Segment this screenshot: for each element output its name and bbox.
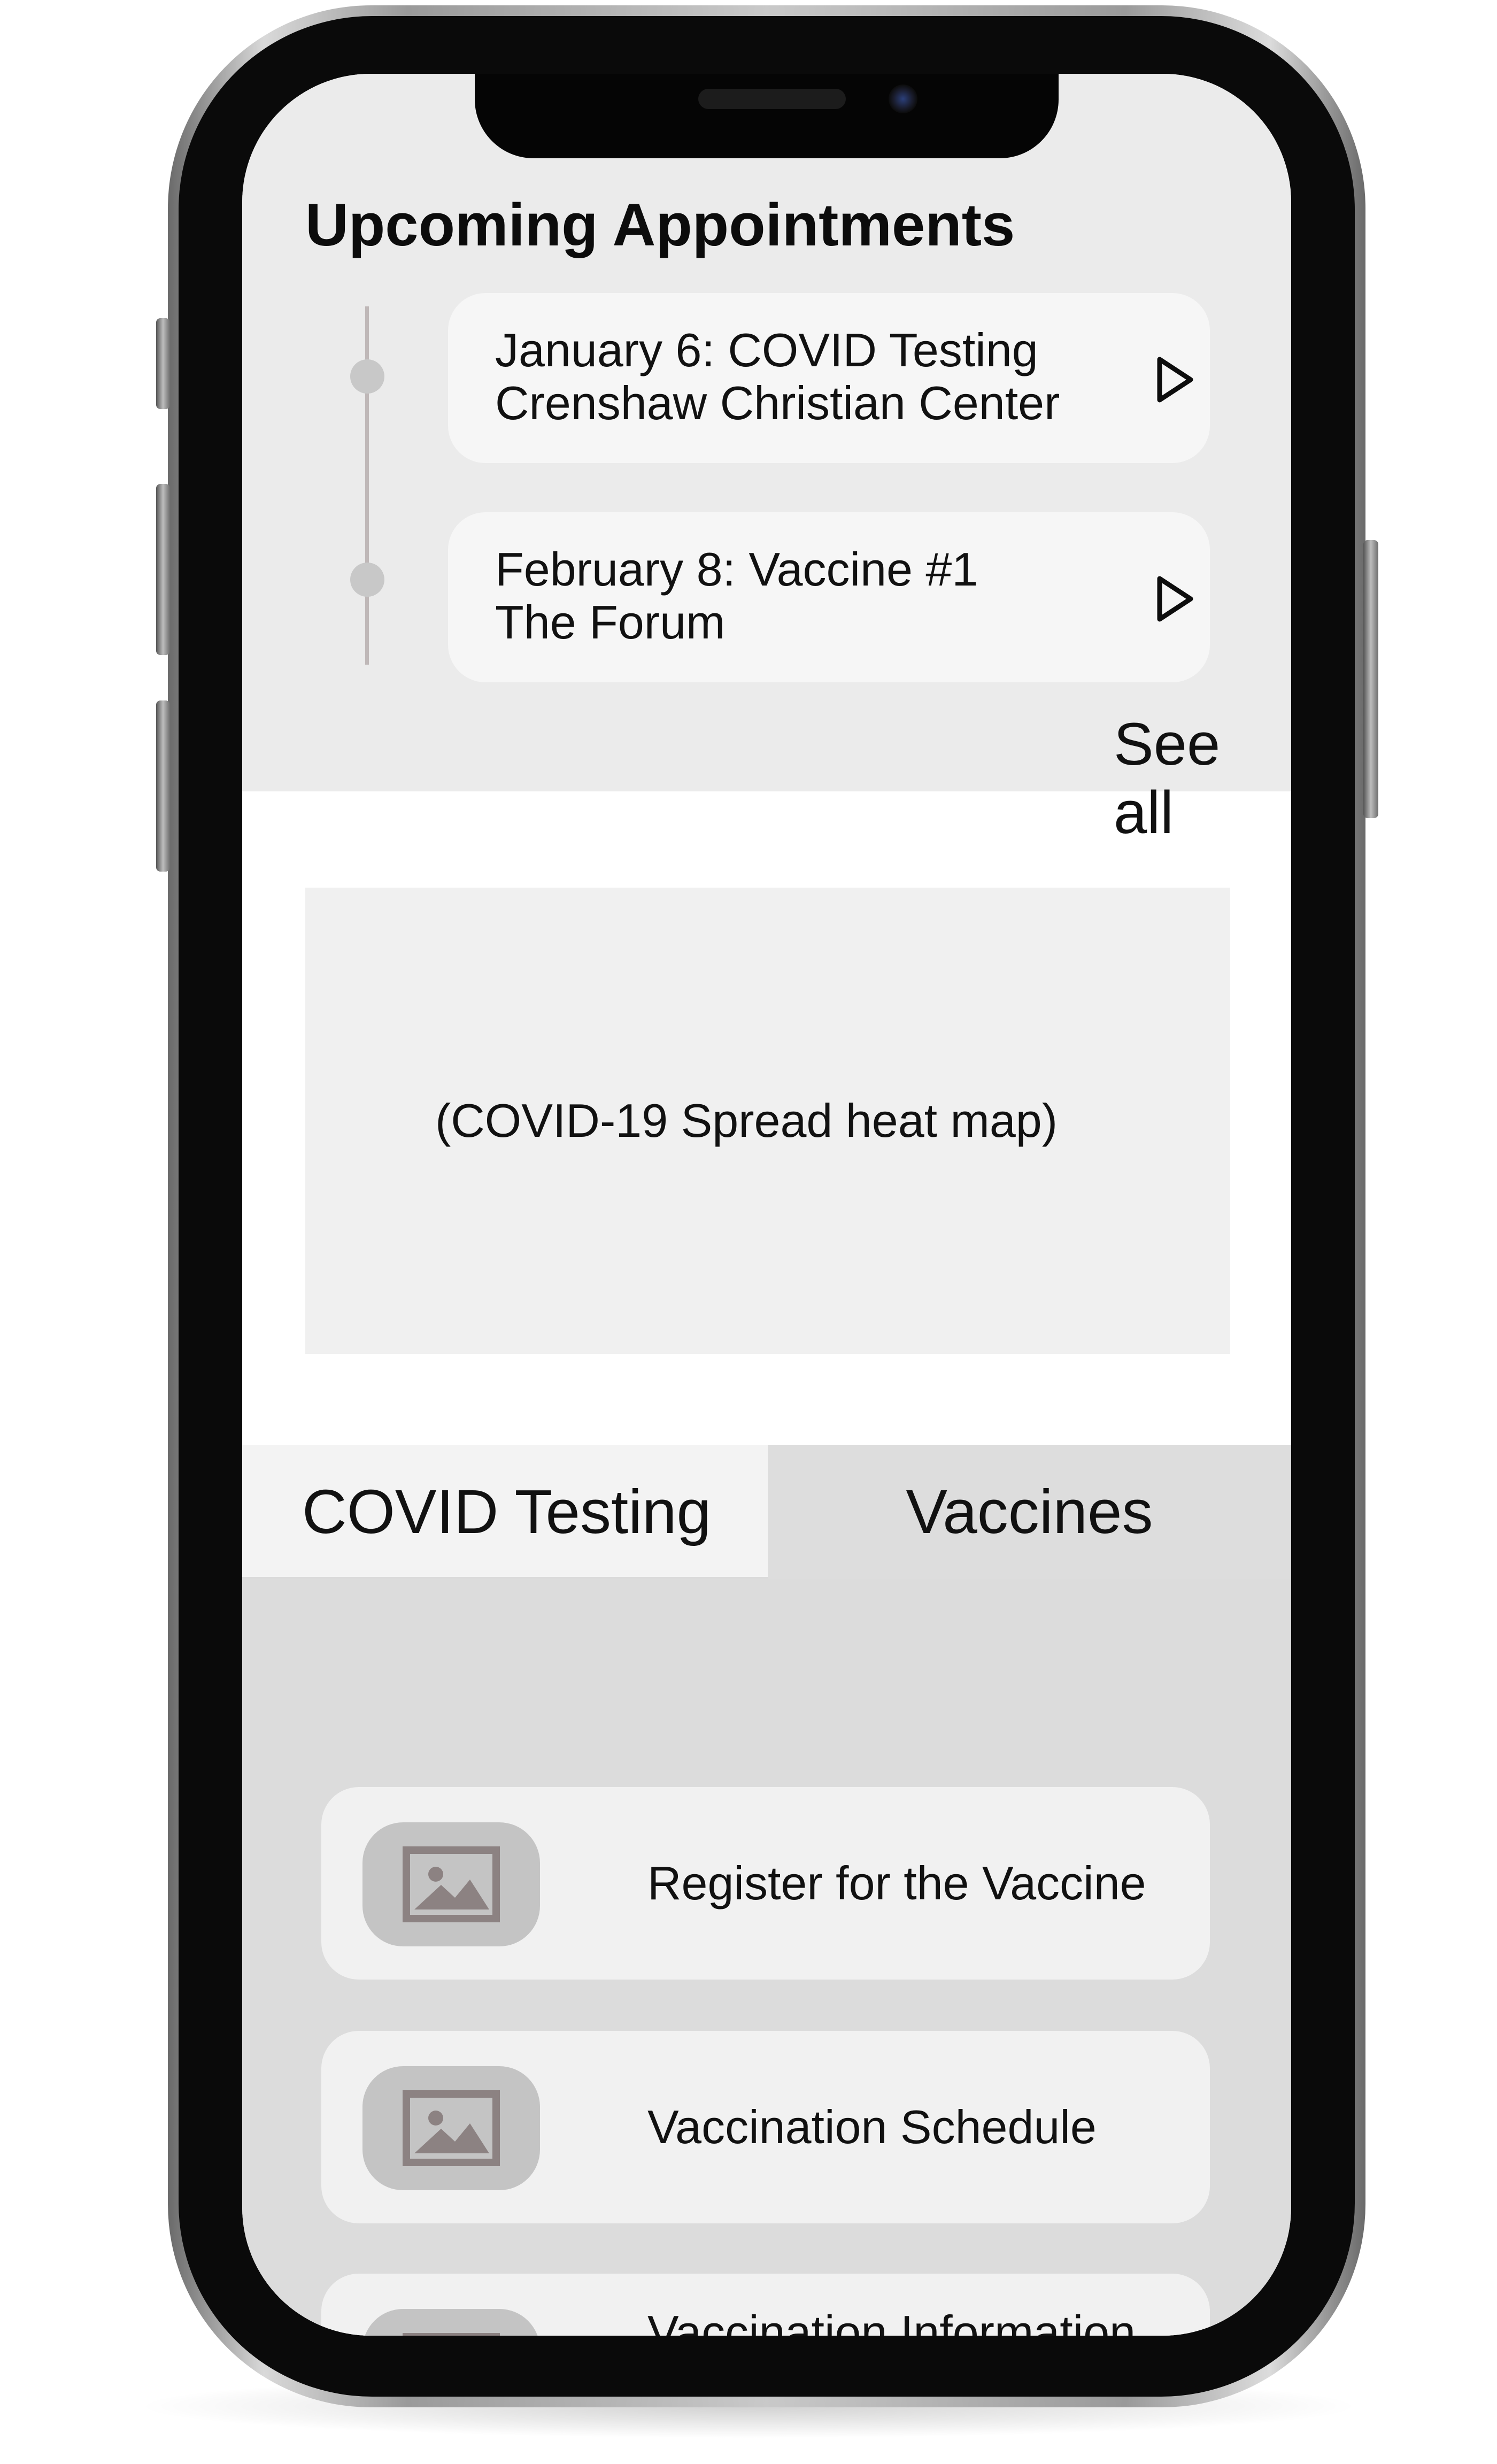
appointment-location: The Forum	[495, 596, 726, 649]
list-item-register-vaccine[interactable]: Register for the Vaccine	[321, 1787, 1210, 1980]
appointment-location: Crenshaw Christian Center	[495, 376, 1060, 429]
heat-map-label: (COVID-19 Spread heat map)	[435, 1094, 1058, 1147]
list-item-label: Vaccination Information	[647, 2306, 1136, 2336]
silent-switch	[156, 318, 170, 409]
volume-up-button	[156, 484, 170, 655]
timeline-dot	[350, 563, 384, 597]
thumbnail	[362, 2066, 540, 2190]
front-camera	[889, 84, 917, 113]
appointment-card[interactable]: January 6: COVID Testing Crenshaw Christ…	[448, 293, 1210, 463]
volume-down-button	[156, 700, 170, 872]
see-all-text: all	[1114, 779, 1174, 846]
image-placeholder-icon	[403, 1846, 500, 1922]
vaccine-options-list: Register for the Vaccine Vaccination Sch…	[242, 1578, 1291, 2336]
device-mockup: Upcoming Appointments January 6: COVID T…	[0, 0, 1497, 2464]
play-icon[interactable]	[1156, 356, 1194, 403]
tab-vaccines[interactable]: Vaccines	[768, 1445, 1291, 1578]
appointment-date-type: February 8: Vaccine #1	[495, 543, 978, 596]
phone-screen: Upcoming Appointments January 6: COVID T…	[242, 74, 1291, 2336]
power-button	[1363, 540, 1378, 818]
page-title: Upcoming Appointments	[305, 191, 1015, 258]
appointment-date-type: January 6: COVID Testing	[495, 324, 1038, 376]
see-all-link[interactable]: See all	[1114, 710, 1231, 847]
list-item-vaccination-information[interactable]: Vaccination Information	[321, 2274, 1210, 2336]
image-placeholder-icon	[403, 2090, 500, 2166]
speaker-grille	[698, 89, 846, 109]
heat-map-placeholder[interactable]: (COVID-19 Spread heat map)	[305, 888, 1230, 1354]
list-item-label: Register for the Vaccine	[647, 1857, 1146, 1909]
notch	[475, 74, 1059, 158]
timeline-dot	[350, 359, 384, 394]
play-icon[interactable]	[1156, 575, 1194, 622]
image-placeholder-icon	[403, 2333, 500, 2336]
thumbnail	[362, 1822, 540, 1946]
thumbnail	[362, 2309, 540, 2336]
tab-covid-testing[interactable]: COVID Testing	[242, 1445, 768, 1578]
see-all-text: See	[1114, 711, 1221, 777]
list-item-vaccination-schedule[interactable]: Vaccination Schedule	[321, 2031, 1210, 2223]
appointment-card[interactable]: February 8: Vaccine #1 The Forum	[448, 512, 1210, 682]
list-item-label: Vaccination Schedule	[647, 2100, 1097, 2153]
